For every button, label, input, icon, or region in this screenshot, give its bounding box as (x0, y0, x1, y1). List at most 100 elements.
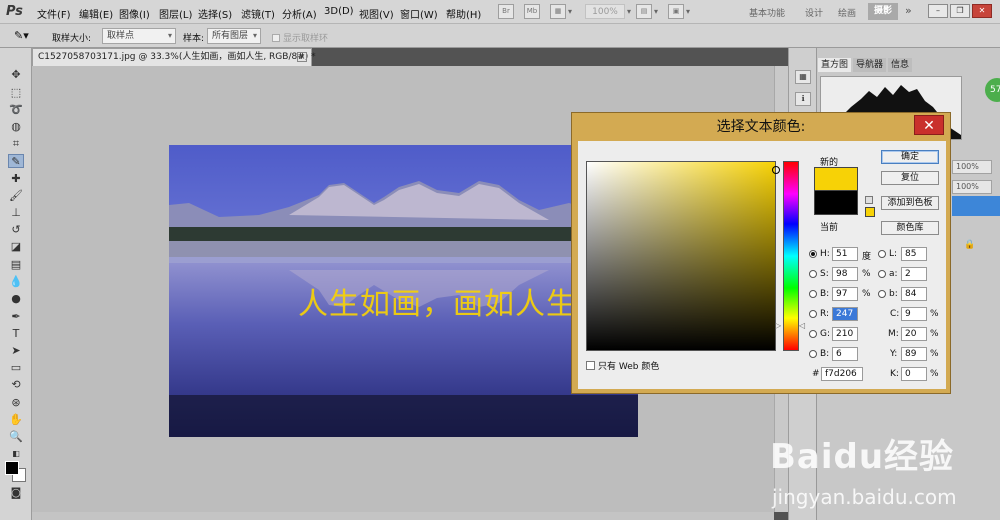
menu-select[interactable]: 选择(S) (198, 6, 232, 21)
ok-button[interactable]: 确定 (881, 150, 939, 164)
menu-help[interactable]: 帮助(H) (446, 6, 481, 21)
green-input[interactable]: 210 (832, 327, 858, 341)
blur-tool-icon[interactable]: 💧 (8, 275, 24, 289)
path-select-tool-icon[interactable]: ➤ (8, 344, 24, 358)
sample-layers-select[interactable]: 所有图层 ▾ (207, 28, 261, 44)
eyedropper-tool-icon[interactable]: ✎ (8, 154, 24, 168)
menu-layer[interactable]: 图层(L) (159, 6, 192, 21)
menu-window[interactable]: 窗口(W) (400, 6, 438, 21)
close-app-button[interactable]: ✕ (972, 4, 992, 18)
color-libraries-button[interactable]: 颜色库 (881, 221, 939, 235)
default-colors-icon[interactable]: ◧ ⇄ (8, 447, 24, 472)
history-brush-tool-icon[interactable]: ↺ (8, 223, 24, 237)
show-sampling-ring-checkbox[interactable]: 显示取样环 (272, 31, 328, 44)
gamut-color-swatch[interactable] (865, 207, 875, 217)
eraser-tool-icon[interactable]: ◪ (8, 240, 24, 254)
workspace-painting[interactable]: 绘画 (838, 6, 856, 19)
hue-slider-arrow-icon[interactable]: ◁ (799, 321, 805, 330)
lasso-tool-icon[interactable]: ➰ (8, 103, 24, 117)
info-icon[interactable]: ℹ (795, 92, 811, 106)
hue-input[interactable]: 51 (832, 247, 858, 261)
screen-mode-dropdown-icon[interactable]: ▾ (686, 4, 690, 19)
radio-a[interactable] (878, 270, 886, 278)
menu-file[interactable]: 文件(F) (37, 6, 71, 21)
quick-select-tool-icon[interactable]: ◍ (8, 120, 24, 134)
marquee-tool-icon[interactable]: ⬚ (8, 86, 24, 100)
magenta-input[interactable]: 20 (901, 327, 927, 341)
tab-histogram[interactable]: 直方图 (818, 58, 852, 72)
saturation-brightness-field[interactable] (586, 161, 780, 351)
minimize-button[interactable]: – (928, 4, 948, 18)
a-channel-input[interactable]: 2 (901, 267, 927, 281)
brightness-input[interactable]: 97 (832, 287, 858, 301)
menu-edit[interactable]: 编辑(E) (79, 6, 113, 21)
workspace-essentials[interactable]: 基本功能 (749, 6, 785, 19)
clone-stamp-tool-icon[interactable]: ⊥ (8, 206, 24, 220)
more-workspaces-icon[interactable]: » (905, 4, 912, 17)
healing-brush-tool-icon[interactable]: ✚ (8, 172, 24, 186)
workspace-photography[interactable]: 摄影 (868, 3, 898, 20)
selected-layer-row[interactable] (952, 196, 1000, 216)
cyan-input[interactable]: 9 (901, 307, 927, 321)
gradient-tool-icon[interactable]: ▤ (8, 258, 24, 272)
opacity-field[interactable]: 100% (952, 160, 992, 174)
bridge-icon[interactable]: Br (498, 4, 514, 19)
color-field-cursor[interactable] (772, 166, 780, 174)
radio-red[interactable] (809, 310, 817, 318)
arrange-docs-icon[interactable]: ▤ (636, 4, 652, 19)
radio-lightness[interactable] (878, 250, 886, 258)
restore-button[interactable]: ❐ (950, 4, 970, 18)
hex-input[interactable]: f7d206 (821, 367, 863, 381)
brush-tool-icon[interactable]: 🖌 (8, 189, 24, 203)
menu-view[interactable]: 视图(V) (359, 6, 394, 21)
extras-icon[interactable]: ▦ (550, 4, 566, 19)
web-colors-only-checkbox[interactable]: 只有 Web 颜色 (586, 359, 659, 372)
menu-3d[interactable]: 3D(D) (324, 6, 354, 17)
current-color-swatch[interactable] (814, 191, 858, 215)
shape-tool-icon[interactable]: ▭ (8, 361, 24, 375)
blue-input[interactable]: 6 (832, 347, 858, 361)
palette-icon[interactable]: ▦ (795, 70, 811, 84)
b-channel-input[interactable]: 84 (901, 287, 927, 301)
radio-saturation[interactable] (809, 270, 817, 278)
zoom-dropdown-icon[interactable]: ▾ (627, 4, 631, 19)
lock-icon[interactable]: 🔒 (964, 240, 975, 250)
yellow-input[interactable]: 89 (901, 347, 927, 361)
tab-info[interactable]: 信息 (888, 58, 913, 72)
document-tab[interactable]: C1527058703171.jpg @ 33.3%(人生如画，画如人生, RG… (32, 48, 316, 66)
menu-analysis[interactable]: 分析(A) (282, 6, 317, 21)
screen-mode-icon[interactable]: ▣ (668, 4, 684, 19)
3d-rotate-tool-icon[interactable]: ⟲ (8, 378, 24, 392)
menu-image[interactable]: 图像(I) (119, 6, 150, 21)
hue-slider[interactable] (783, 161, 799, 351)
radio-green[interactable] (809, 330, 817, 338)
menu-filter[interactable]: 滤镜(T) (241, 6, 275, 21)
sample-size-select[interactable]: 取样点 ▾ (102, 28, 176, 44)
web-safe-warning-icon[interactable] (865, 196, 873, 204)
arrange-dropdown-icon[interactable]: ▾ (654, 4, 658, 19)
black-input[interactable]: 0 (901, 367, 927, 381)
dodge-tool-icon[interactable]: ● (8, 292, 24, 306)
tab-navigator[interactable]: 导航器 (853, 58, 887, 72)
zoom-tool-icon[interactable]: 🔍 (8, 430, 24, 444)
fill-field[interactable]: 100% (952, 180, 992, 194)
close-dialog-button[interactable]: ✕ (914, 115, 944, 135)
radio-b[interactable] (878, 290, 886, 298)
red-input[interactable]: 247 (832, 307, 858, 321)
radio-hue[interactable] (809, 250, 817, 258)
foreground-color-swatch[interactable] (5, 461, 19, 475)
lightness-input[interactable]: 85 (901, 247, 927, 261)
saturation-input[interactable]: 98 (832, 267, 858, 281)
horizontal-scrollbar[interactable] (32, 512, 774, 520)
reset-button[interactable]: 复位 (881, 171, 939, 185)
add-to-swatches-button[interactable]: 添加到色板 (881, 196, 939, 210)
zoom-level[interactable]: 100% (585, 4, 625, 19)
type-tool-icon[interactable]: T (8, 327, 24, 341)
hue-slider-arrow-icon[interactable]: ▷ (775, 321, 781, 330)
workspace-design[interactable]: 设计 (805, 6, 823, 19)
quick-mask-icon[interactable]: ◙ (8, 486, 24, 500)
extras-dropdown-icon[interactable]: ▾ (568, 4, 572, 19)
eyedropper-preset-icon[interactable]: ✎▾ (14, 29, 29, 42)
pen-tool-icon[interactable]: ✒ (8, 310, 24, 324)
radio-brightness[interactable] (809, 290, 817, 298)
